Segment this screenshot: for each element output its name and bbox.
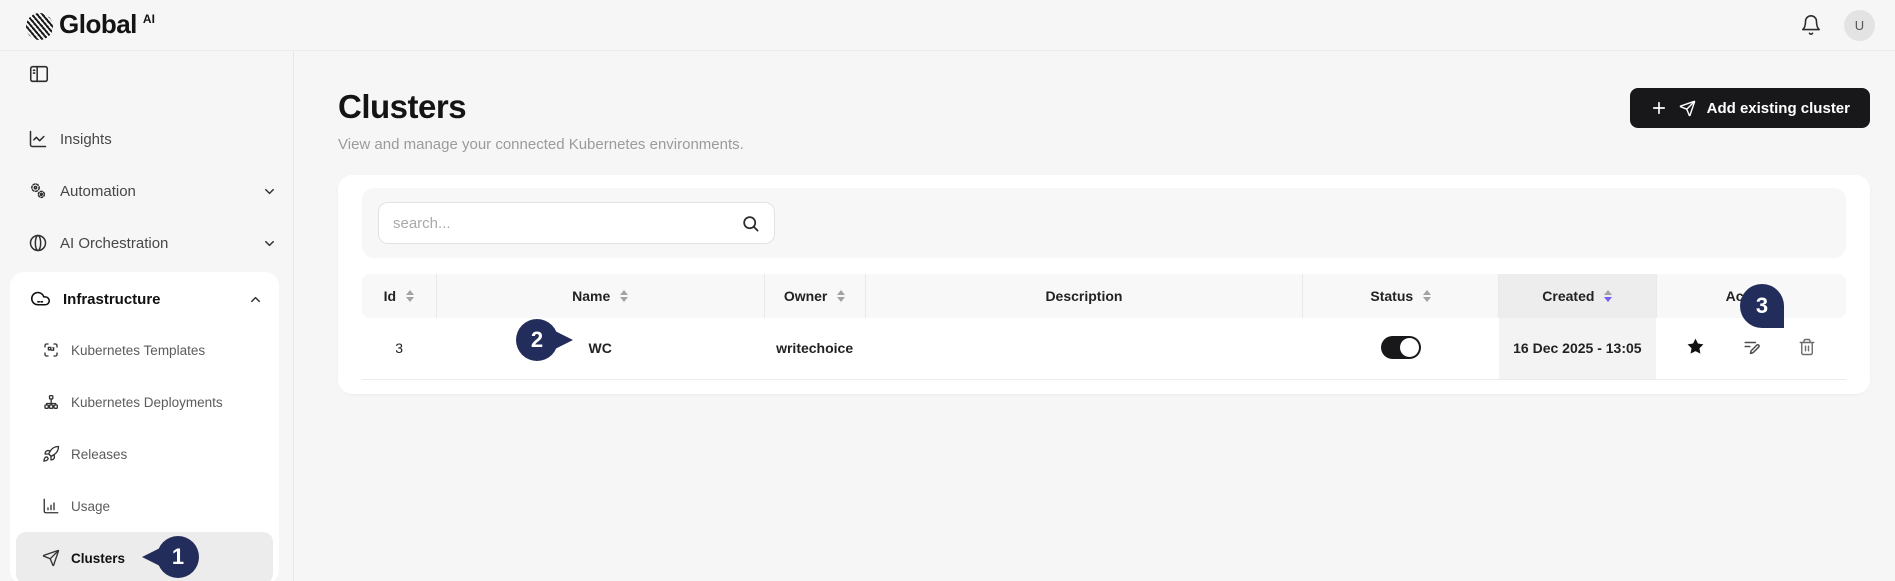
sidebar-item-insights[interactable]: Insights [0,113,293,165]
column-label: Status [1370,288,1413,304]
column-label: Owner [784,288,828,304]
sidebar-item-ai-orchestration[interactable]: AI Orchestration [0,217,293,269]
sidebar-item-infrastructure[interactable]: Infrastructure [10,274,279,324]
column-header-created[interactable]: Created [1499,274,1656,318]
sidebar-collapse-icon[interactable] [28,63,50,85]
column-label: Id [384,288,396,304]
add-button-label: Add existing cluster [1707,100,1850,117]
sidebar-item-kubernetes-deployments[interactable]: Kubernetes Deployments [10,376,279,428]
chevron-up-icon [248,292,263,307]
status-toggle[interactable] [1381,336,1421,359]
sort-icon [837,290,845,302]
plus-icon [1650,99,1668,117]
infrastructure-group: Infrastructure Kubernetes Templates [10,272,279,581]
gears-icon [28,181,48,201]
search-input[interactable] [393,215,741,232]
sort-icon-active [1604,290,1612,302]
column-header-id[interactable]: Id [362,274,436,318]
send-icon [42,549,60,567]
template-scan-icon [42,341,60,359]
annotation-pointer-right [551,329,573,351]
page-title: Clusters [338,88,744,126]
sidebar-item-label: Insights [60,131,112,148]
chevron-down-icon [262,184,277,199]
sidebar-item-kubernetes-templates[interactable]: Kubernetes Templates [10,324,279,376]
annotation-step-3: 3 [1740,284,1784,328]
cell-id: 3 [362,318,436,379]
column-header-description: Description [865,274,1303,318]
column-header-status[interactable]: Status [1303,274,1499,318]
search-box [378,202,775,244]
delete-trash-icon[interactable] [1798,338,1816,356]
notifications-bell-icon[interactable] [1800,14,1822,36]
sidebar-item-label: Infrastructure [63,291,161,308]
table-header-row: Id Name Owner Description [362,274,1846,318]
main-content: Clusters View and manage your connected … [294,51,1895,581]
column-label: Created [1542,288,1594,304]
sidebar-item-label: Usage [71,499,110,514]
search-icon [741,214,760,233]
annotation-number: 1 [157,536,199,578]
edit-cluster-icon[interactable] [1742,337,1761,356]
send-icon [1679,100,1696,117]
sidebar-item-releases[interactable]: Releases [10,428,279,480]
cell-description [865,318,1303,379]
brand-logo: Global AI [26,11,155,40]
annotation-step-2: 2 [516,319,573,361]
sidebar-item-label: Kubernetes Deployments [71,395,223,410]
sidebar-item-label: Releases [71,447,127,462]
column-header-name[interactable]: Name [436,274,764,318]
table-row: 3 WC writechoice 16 Dec 2025 - 13:05 [362,318,1846,379]
deployments-hierarchy-icon [42,393,60,411]
sidebar-item-usage[interactable]: Usage [10,480,279,532]
cell-name: WC [436,318,764,379]
sort-icon [620,290,628,302]
cell-created: 16 Dec 2025 - 13:05 [1499,318,1656,379]
sidebar-item-label: AI Orchestration [60,235,168,252]
chevron-down-icon [262,236,277,251]
sort-icon [406,290,414,302]
cell-status [1303,318,1499,379]
favorite-star-icon[interactable] [1686,337,1705,356]
sidebar-item-label: Clusters [71,551,125,566]
column-label: Description [1045,288,1122,304]
sidebar: Insights Automation [0,51,294,581]
cloud-icon [30,289,51,310]
sidebar-item-label: Kubernetes Templates [71,343,205,358]
brand-name: Global [59,11,137,37]
brand-superscript: AI [143,12,155,26]
annotation-step-1: 1 [142,536,199,578]
cell-owner: writechoice [764,318,865,379]
chart-line-icon [28,129,48,149]
page-subtitle: View and manage your connected Kubernete… [338,136,744,153]
toggle-knob [1400,338,1419,357]
cell-actions [1656,318,1846,379]
column-label: Name [572,288,610,304]
globe-logo-icon [26,13,53,40]
column-header-owner[interactable]: Owner [764,274,865,318]
sort-icon [1423,290,1431,302]
top-header: Global AI U [0,0,1895,51]
sidebar-item-label: Automation [60,183,136,200]
annotation-number: 3 [1756,293,1768,319]
clusters-table: Id Name Owner Description [362,274,1846,380]
add-existing-cluster-button[interactable]: Add existing cluster [1630,88,1870,128]
sidebar-item-automation[interactable]: Automation [0,165,293,217]
orchestration-sphere-icon [28,233,48,253]
avatar-initial: U [1855,18,1864,33]
user-avatar[interactable]: U [1844,10,1875,41]
rocket-icon [42,445,60,463]
search-section [362,188,1846,258]
usage-chart-icon [42,497,60,515]
